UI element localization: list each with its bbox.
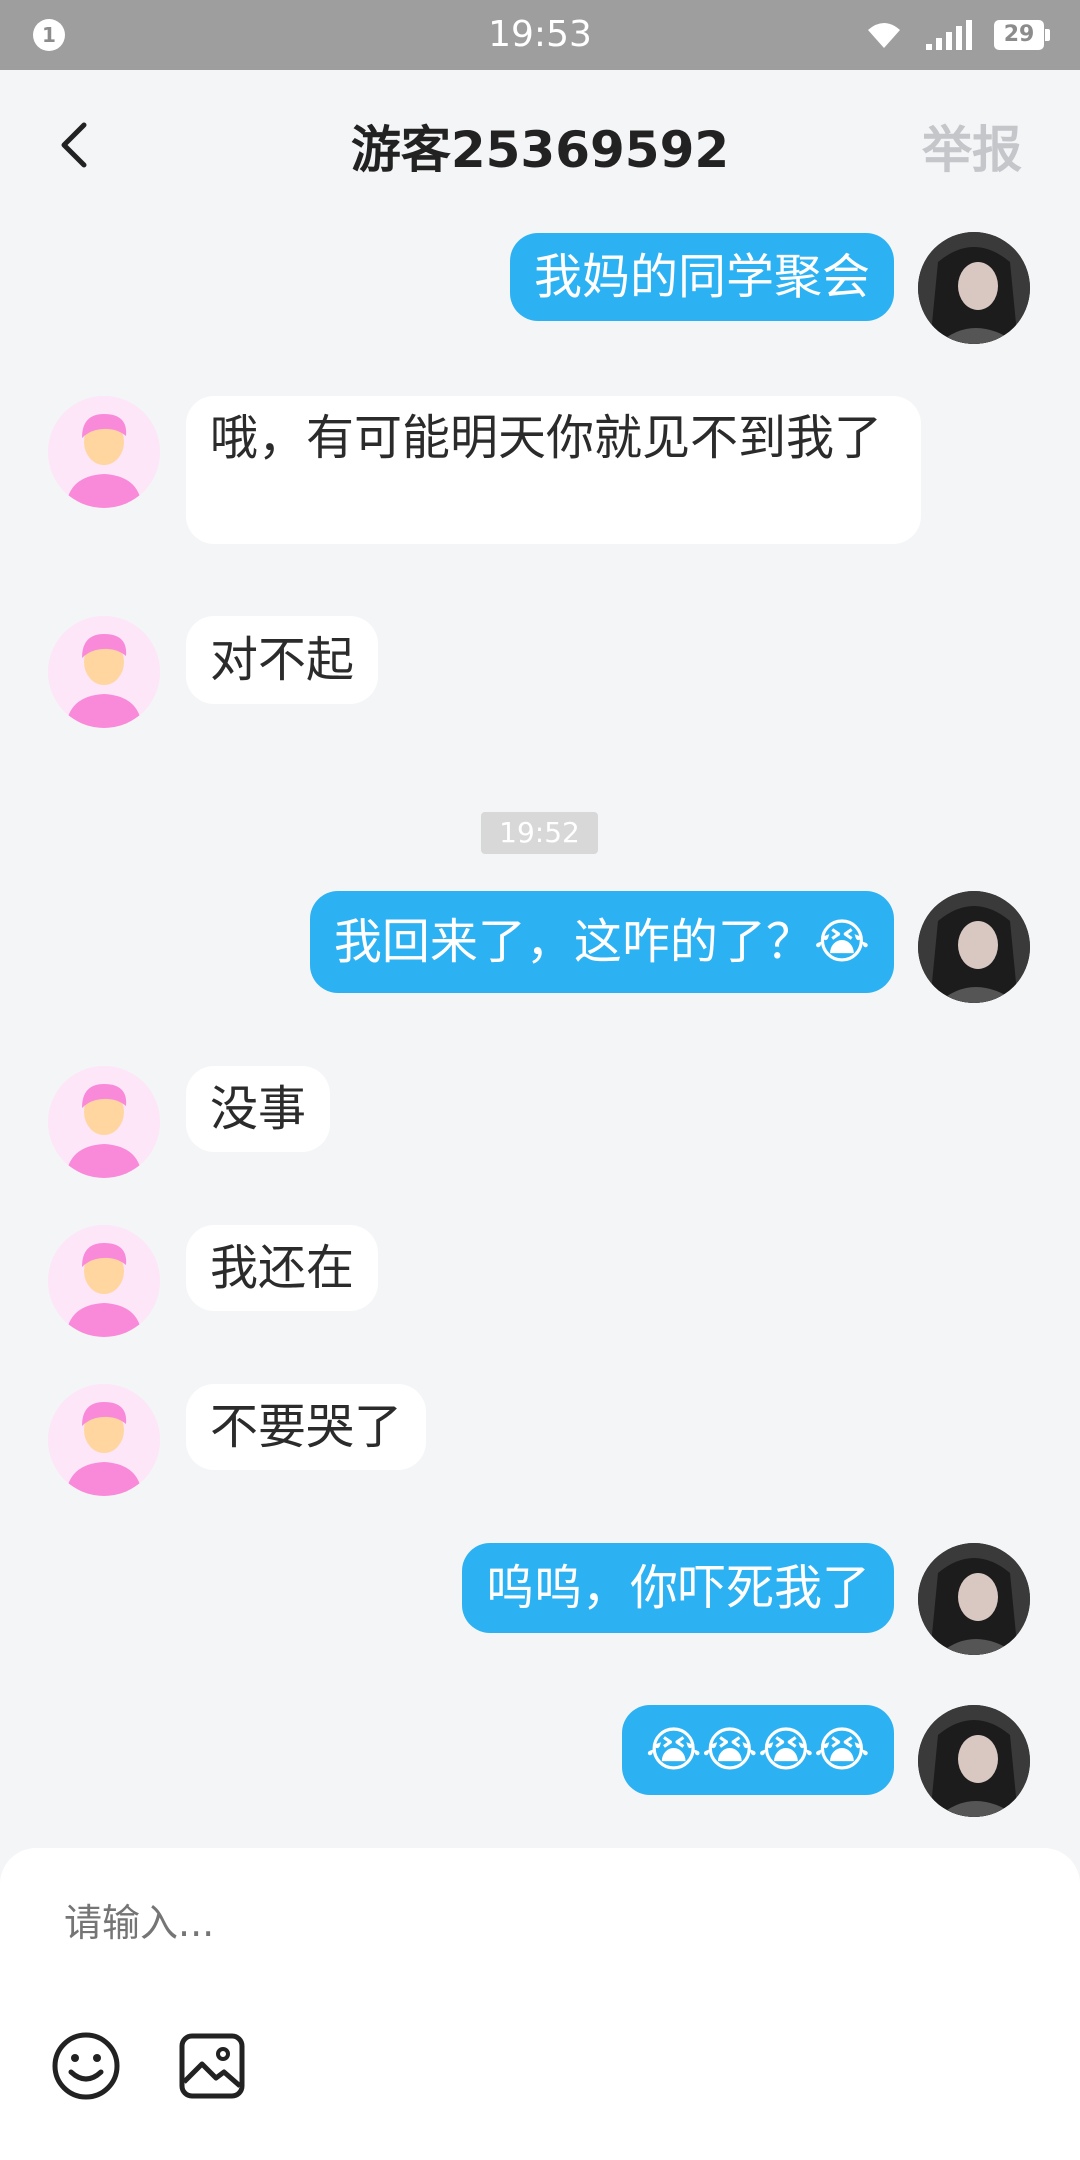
message-bubble-sent[interactable]: 我妈的同学聚会 bbox=[509, 233, 894, 321]
avatar[interactable] bbox=[918, 1705, 1030, 1817]
report-button[interactable]: 举报 bbox=[922, 110, 1022, 182]
chat-header: 游客25369592 举报 bbox=[0, 70, 1080, 220]
message-bubble-received[interactable]: 没事 bbox=[186, 1066, 331, 1152]
message-bubble-sent[interactable]: 我回来了，这咋的了？😭 bbox=[309, 891, 894, 993]
wifi-icon bbox=[868, 23, 900, 48]
message-bubble-received[interactable]: 哦，有可能明天你就见不到我了 bbox=[186, 396, 921, 544]
avatar[interactable] bbox=[48, 396, 160, 508]
message-bubble-sent[interactable]: 😭😭😭😭 bbox=[621, 1705, 894, 1795]
input-panel bbox=[0, 1848, 1080, 2160]
page-title: 游客25369592 bbox=[350, 121, 730, 179]
avatar[interactable] bbox=[918, 1543, 1030, 1655]
avatar[interactable] bbox=[48, 616, 160, 728]
message-bubble-received[interactable]: 我还在 bbox=[186, 1225, 379, 1311]
avatar[interactable] bbox=[918, 891, 1030, 1003]
status-bar: 1 19:53 29 bbox=[0, 0, 1080, 70]
status-time: 19:53 bbox=[488, 14, 592, 55]
avatar[interactable] bbox=[48, 1225, 160, 1337]
message-bubble-received[interactable]: 不要哭了 bbox=[186, 1384, 427, 1470]
timestamp-chip: 19:52 bbox=[481, 812, 598, 854]
signal-icon bbox=[926, 20, 972, 50]
image-icon[interactable] bbox=[178, 2032, 246, 2100]
message-bubble-received[interactable]: 对不起 bbox=[186, 616, 379, 704]
avatar[interactable] bbox=[48, 1384, 160, 1496]
message-input[interactable] bbox=[64, 1893, 1014, 1953]
message-bubble-sent[interactable]: 呜呜，你吓死我了 bbox=[461, 1543, 894, 1633]
avatar[interactable] bbox=[48, 1066, 160, 1178]
smiley-icon[interactable] bbox=[50, 2030, 122, 2102]
avatar[interactable] bbox=[918, 232, 1030, 344]
battery-icon: 29 bbox=[994, 20, 1050, 50]
